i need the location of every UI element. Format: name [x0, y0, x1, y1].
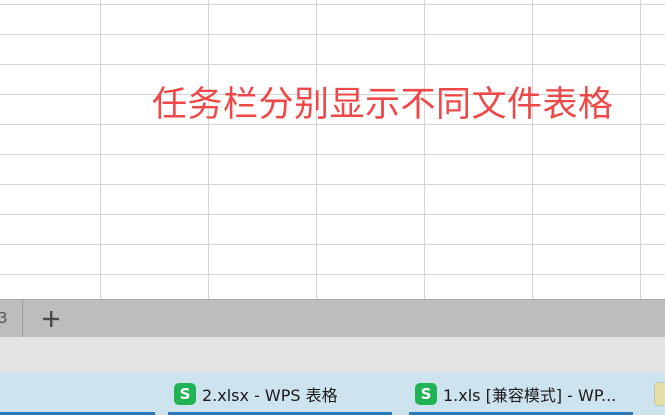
taskbar-button-2-xlsx[interactable]: S 2.xlsx - WPS 表格: [168, 372, 392, 415]
taskbar-button-label: 2.xlsx - WPS 表格: [202, 385, 338, 405]
wps-spreadsheet-icon: S: [415, 382, 437, 405]
screen: 任务栏分别显示不同文件表格 3 S 2.xlsx - WPS 表格 S 1.xl…: [0, 0, 665, 415]
windows-taskbar: S 2.xlsx - WPS 表格 S 1.xls [兼容模式] - WP...: [0, 372, 665, 415]
sheet-tab-bar: 3: [0, 299, 665, 337]
sheet-tab-3[interactable]: 3: [0, 300, 23, 337]
add-sheet-button[interactable]: [36, 304, 66, 334]
spreadsheet-grid[interactable]: 任务栏分别显示不同文件表格: [0, 0, 665, 299]
taskbar-button-label: 1.xls [兼容模式] - WP...: [443, 385, 617, 405]
plus-icon: [43, 311, 59, 327]
wps-spreadsheet-icon: S: [174, 382, 196, 405]
taskbar-app-icon-partial[interactable]: [654, 382, 665, 406]
status-bar: [0, 337, 665, 372]
overlay-annotation-text: 任务栏分别显示不同文件表格: [152, 85, 614, 125]
taskbar-button-1-xls[interactable]: S 1.xls [兼容模式] - WP...: [409, 372, 633, 415]
